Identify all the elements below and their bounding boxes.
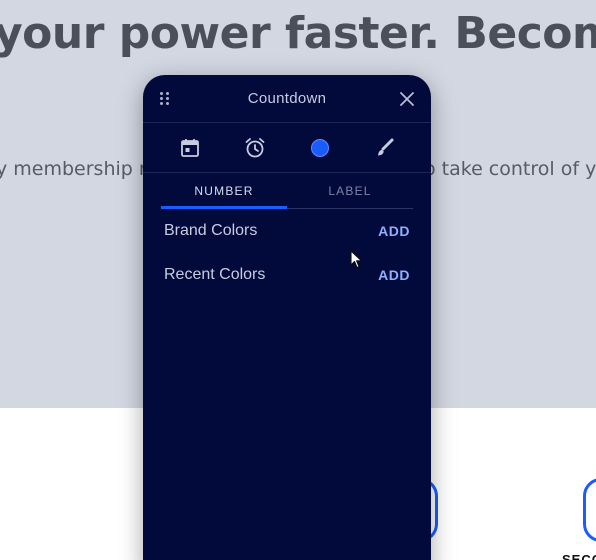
calendar-icon	[180, 138, 199, 157]
close-icon	[400, 92, 414, 106]
brand-colors-row: Brand Colors ADD	[143, 209, 431, 253]
close-button[interactable]	[397, 89, 417, 109]
timer-settings-button[interactable]	[235, 128, 275, 168]
settings-toolbar	[143, 123, 431, 173]
brand-colors-label: Brand Colors	[164, 222, 258, 239]
hero-subtext-right: o take control of yo	[424, 158, 596, 180]
color-settings-button[interactable]	[300, 128, 340, 168]
active-tab-indicator	[161, 206, 287, 209]
panel-title: Countdown	[247, 90, 327, 107]
date-settings-button[interactable]	[170, 128, 210, 168]
countdown-settings-panel: Countdown NUMBER LABEL Brand Colors ADD …	[143, 75, 431, 560]
add-recent-color-button[interactable]: ADD	[378, 267, 410, 283]
seconds-label: SECO	[562, 552, 596, 560]
hero-headline: your power faster. Becom	[0, 8, 596, 59]
recent-colors-label: Recent Colors	[164, 266, 266, 283]
add-brand-color-button[interactable]: ADD	[378, 223, 410, 239]
recent-colors-row: Recent Colors ADD	[143, 253, 431, 297]
paint-brush-icon	[377, 138, 393, 155]
alarm-clock-icon	[245, 137, 264, 157]
tab-number[interactable]: NUMBER	[161, 173, 287, 208]
color-target-tabs: NUMBER LABEL	[161, 173, 413, 209]
hero-subtext-left: y membership n	[0, 158, 151, 180]
tab-label[interactable]: LABEL	[287, 173, 413, 208]
style-settings-button[interactable]	[365, 128, 405, 168]
panel-header: Countdown	[143, 75, 431, 123]
drag-handle-icon[interactable]	[160, 91, 172, 107]
countdown-digit-frame	[583, 478, 596, 542]
mouse-pointer-icon	[350, 250, 363, 269]
color-circle-icon	[310, 138, 329, 157]
